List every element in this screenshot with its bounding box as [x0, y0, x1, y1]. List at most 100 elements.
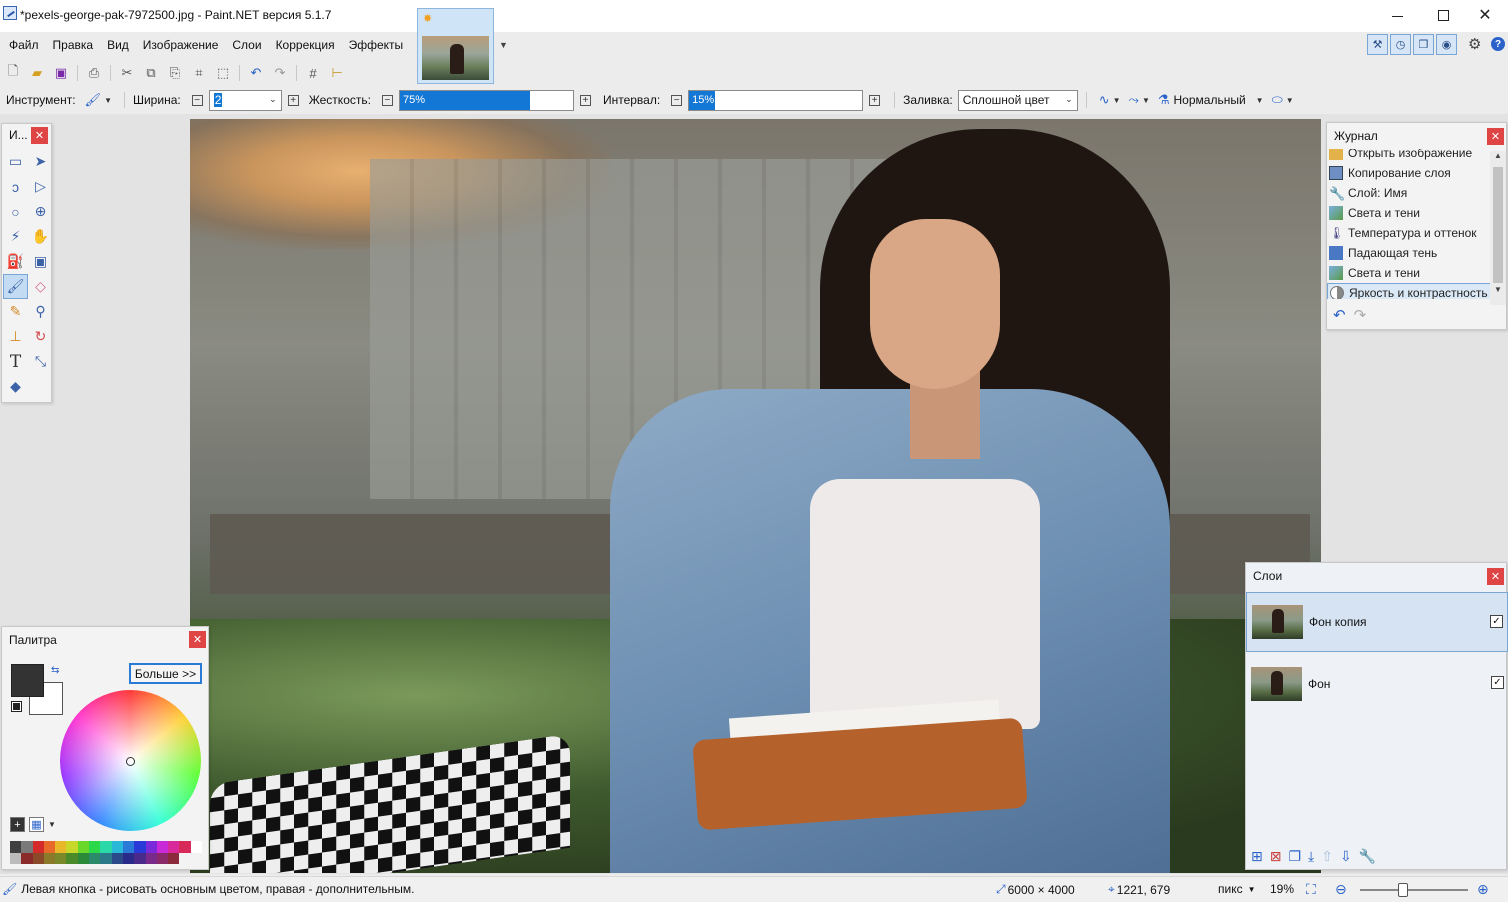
paste-icon[interactable]: ⎘ — [164, 62, 186, 84]
copy-icon[interactable]: ⧉ — [140, 62, 162, 84]
scroll-down-icon[interactable]: ▼ — [1490, 285, 1506, 299]
history-undo-icon[interactable]: ↶ — [1333, 306, 1346, 324]
paintbrush-tool-icon[interactable]: 🖌 — [3, 274, 28, 299]
alpha-blending-selector[interactable]: ⤳ ▼ — [1129, 92, 1150, 108]
color-wheel-marker[interactable] — [126, 757, 135, 766]
layer-properties-icon[interactable]: 🔧 — [1359, 848, 1376, 865]
menu-edit[interactable]: Правка — [46, 32, 101, 59]
zoom-slider-thumb[interactable] — [1398, 883, 1408, 897]
zoom-level-indicator[interactable]: 19% — [1270, 882, 1294, 896]
swap-colors-icon[interactable]: ⇆ — [51, 665, 59, 676]
layers-panel-close-button[interactable]: ✕ — [1487, 568, 1504, 585]
history-item[interactable]: 🔧 Слой: Имя — [1327, 183, 1506, 203]
palette-color-swatch[interactable] — [156, 852, 169, 864]
layer-visibility-checkbox[interactable]: ✓ — [1491, 676, 1504, 689]
magic-wand-tool-icon[interactable]: ⚡ — [3, 224, 28, 249]
recolor-tool-icon[interactable]: ↻ — [28, 324, 53, 349]
menu-effects[interactable]: Эффекты — [342, 32, 411, 59]
image-tab[interactable]: ✸ — [417, 8, 494, 84]
redo-icon[interactable]: ↷ — [269, 62, 291, 84]
palette-color-swatch[interactable] — [55, 852, 67, 864]
palette-color-swatch[interactable] — [134, 852, 146, 864]
deselect-icon[interactable]: ⬚ — [212, 62, 234, 84]
add-layer-icon[interactable]: ⊞ — [1251, 848, 1263, 865]
zoom-out-icon[interactable]: ⊖ — [1335, 881, 1347, 898]
palette-color-swatch[interactable] — [100, 841, 112, 853]
pencil-tool-icon[interactable]: ✎ — [3, 299, 28, 324]
palette-color-swatch[interactable] — [89, 841, 101, 853]
history-item[interactable]: Открыть изображение — [1327, 149, 1506, 163]
spacing-slider[interactable]: 15% — [688, 89, 864, 111]
primary-color-swatch[interactable] — [11, 664, 44, 697]
tool-selector[interactable]: 🖌 ▼ — [85, 92, 112, 108]
history-scrollbar[interactable]: ▲ ▼ — [1490, 151, 1506, 305]
tools-panel-close-button[interactable]: ✕ — [31, 127, 48, 144]
history-redo-icon[interactable]: ↷ — [1354, 306, 1367, 324]
history-item[interactable]: Света и тени — [1327, 203, 1506, 223]
chevron-down-icon[interactable]: ▼ — [48, 820, 56, 829]
delete-layer-icon[interactable]: ⊠ — [1270, 848, 1282, 865]
shapes-tool-icon[interactable]: ◆ — [3, 374, 28, 399]
brush-width-combobox[interactable]: 2 ⌄ — [208, 89, 282, 111]
palette-color-swatch[interactable] — [190, 841, 203, 853]
fill-mode-combobox[interactable]: Сплошной цвет ⌄ — [957, 89, 1078, 111]
palette-color-swatch[interactable] — [10, 841, 22, 853]
palette-color-swatch[interactable] — [145, 852, 157, 864]
layer-row[interactable]: Фон копия ✓ — [1246, 592, 1508, 652]
palette-color-swatch[interactable] — [77, 841, 90, 853]
palette-color-swatch[interactable] — [179, 841, 191, 853]
paint-bucket-tool-icon[interactable]: ⛽ — [3, 249, 28, 274]
history-item[interactable]: Падающая тень — [1327, 243, 1506, 263]
hardness-slider[interactable]: 75% — [398, 89, 574, 111]
history-scroll-thumb[interactable] — [1493, 167, 1503, 283]
palette-color-swatch[interactable] — [122, 852, 135, 864]
image-canvas[interactable] — [190, 119, 1321, 873]
zoom-tool-icon[interactable]: ⊕ — [28, 199, 53, 224]
menu-image[interactable]: Изображение — [136, 32, 226, 59]
history-panel-close-button[interactable]: ✕ — [1487, 128, 1504, 145]
palette-color-swatch[interactable] — [32, 852, 44, 864]
new-file-icon[interactable]: 🗋 — [2, 62, 24, 84]
close-window-button[interactable]: ✕ — [1462, 0, 1508, 30]
palette-color-swatch[interactable] — [168, 852, 180, 864]
rectangle-select-tool-icon[interactable]: ▭ — [3, 149, 28, 174]
ellipse-select-tool-icon[interactable]: ○ — [3, 199, 28, 224]
palette-color-swatch[interactable] — [77, 852, 90, 864]
palette-color-swatch[interactable] — [43, 852, 56, 864]
tools-window-toggle-icon[interactable]: ⚒ — [1367, 34, 1388, 55]
settings-gear-icon[interactable]: ⚙ — [1468, 35, 1481, 53]
menu-file[interactable]: Файл — [2, 32, 46, 59]
palette-color-swatch[interactable] — [122, 841, 135, 853]
palette-color-swatch[interactable] — [111, 841, 123, 853]
gradient-tool-icon[interactable]: ▣ — [28, 249, 53, 274]
menu-adjustments[interactable]: Коррекция — [269, 32, 342, 59]
duplicate-layer-icon[interactable]: ❐ — [1288, 848, 1301, 865]
palette-color-swatch[interactable] — [10, 852, 22, 864]
move-layer-up-icon[interactable]: ⇧ — [1321, 848, 1333, 865]
maximize-button[interactable] — [1420, 0, 1466, 30]
palette-panel-close-button[interactable]: ✕ — [189, 631, 206, 648]
palette-color-swatch[interactable] — [32, 841, 44, 853]
width-increase-button[interactable]: + — [287, 94, 299, 106]
history-item[interactable]: 🌡 Температура и оттенок — [1327, 223, 1506, 243]
zoom-slider-track[interactable] — [1360, 889, 1468, 891]
merge-layer-down-icon[interactable]: ⤓ — [1308, 848, 1314, 865]
move-selection-tool-icon[interactable]: ▷ — [28, 174, 53, 199]
palette-color-swatch[interactable] — [55, 841, 67, 853]
rulers-icon[interactable]: ⊢ — [326, 62, 348, 84]
add-to-palette-icon[interactable]: + — [10, 817, 25, 832]
color-picker-tool-icon[interactable]: ⚲ — [28, 299, 53, 324]
palette-color-swatch[interactable] — [100, 852, 112, 864]
layers-window-toggle-icon[interactable]: ❐ — [1413, 34, 1434, 55]
grid-icon[interactable]: # — [302, 62, 324, 84]
palette-color-swatch[interactable] — [168, 841, 180, 853]
spacing-decrease-button[interactable]: − — [671, 94, 683, 106]
cut-icon[interactable]: ✂ — [116, 62, 138, 84]
print-icon[interactable]: ⎙ — [83, 62, 105, 84]
history-item-selected[interactable]: Яркость и контрастность — [1327, 283, 1491, 299]
palette-color-swatch[interactable] — [89, 852, 101, 864]
crop-to-selection-icon[interactable]: ⌗ — [188, 62, 210, 84]
menu-layers[interactable]: Слои — [225, 32, 268, 59]
history-window-toggle-icon[interactable]: ◷ — [1390, 34, 1411, 55]
palette-color-swatch[interactable] — [156, 841, 169, 853]
